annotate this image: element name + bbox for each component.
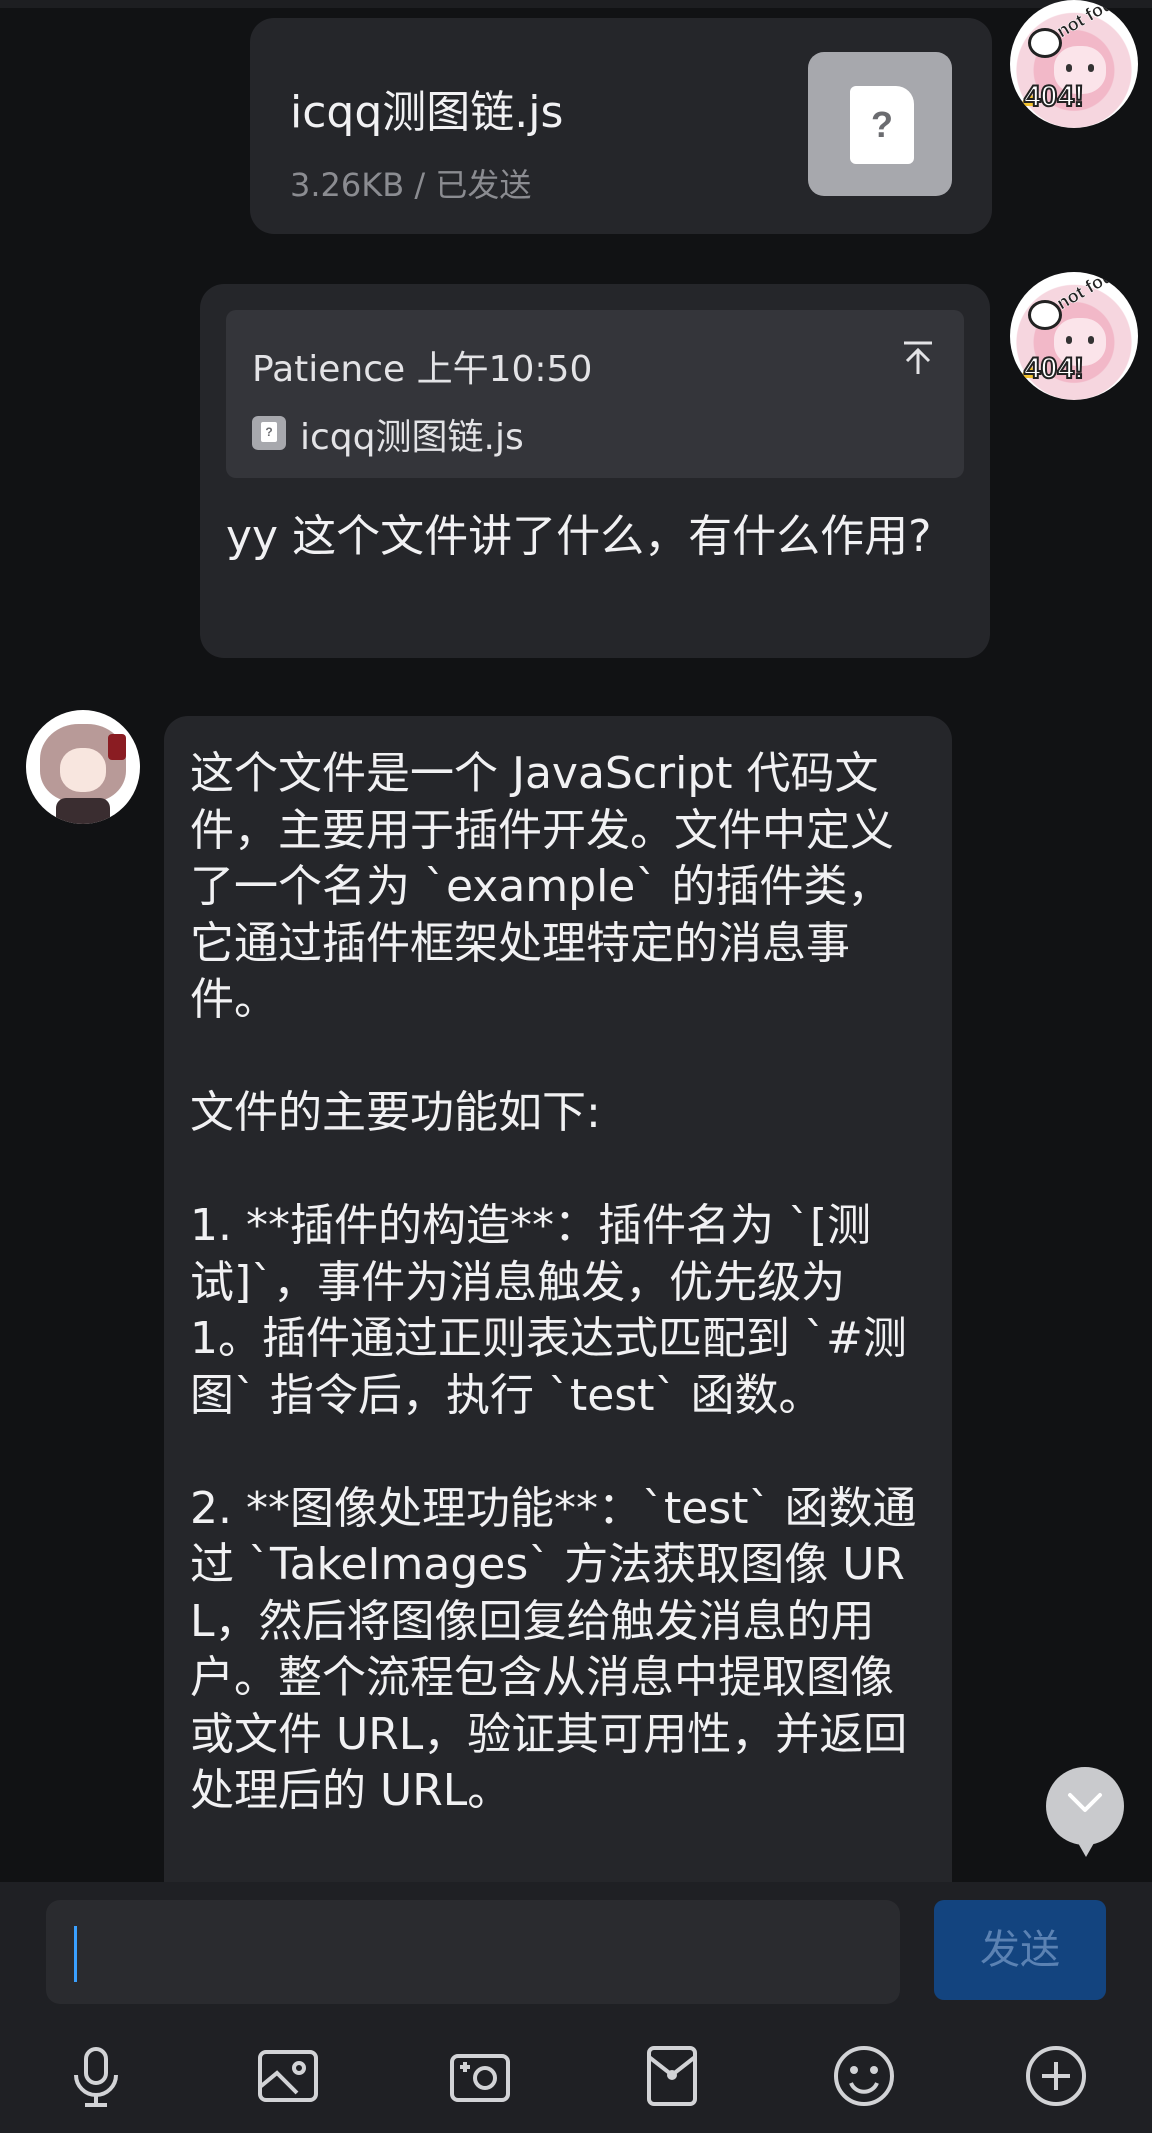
file-glyph: ? [261,422,277,442]
unknown-file-icon: ? [850,86,914,164]
avatar-badge-top: not found [1053,0,1136,42]
message-text: 这个文件是一个 JavaScript 代码文件，主要用于插件开发。文件中定义了一… [190,748,917,1816]
avatar-ear [1028,28,1062,58]
send-button[interactable]: 发送 [934,1900,1106,2000]
emoji-icon[interactable] [830,2042,898,2110]
quote-file-name: icqq测图链.js [300,417,524,458]
self-avatar[interactable]: not found 404! [1010,272,1138,400]
input-toolbar [0,2032,1152,2132]
text-caret [74,1926,77,1982]
microphone-icon[interactable] [62,2042,130,2110]
top-edge [0,0,1152,8]
file-name: icqq测图链.js [290,87,564,138]
file-message[interactable]: icqq测图链.js 3.26KB / 已发送 ? [250,18,992,234]
avatar-badge-bottom: 404! [1023,79,1085,114]
avatar-eye [1088,64,1094,72]
avatar-badge-top: not found [1053,272,1136,314]
image-icon[interactable] [254,2042,322,2110]
chat-area[interactable]: not found 404! icqq测图链.js 3.26KB / 已发送 ?… [0,0,1152,1882]
quote-file: ? icqq测图链.js [252,408,524,460]
reply-message[interactable]: Patience 上午10:50 ? icqq测图链.js yy 这个文件讲了什… [200,284,990,658]
bot-message[interactable]: 这个文件是一个 JavaScript 代码文件，主要用于插件开发。文件中定义了一… [164,716,952,1882]
bot-avatar[interactable] [26,710,140,824]
file-thumbnail[interactable]: ? [808,52,952,196]
camera-icon[interactable] [446,2042,514,2110]
file-glyph: ? [871,104,893,145]
scroll-to-bottom-button[interactable] [1046,1767,1124,1857]
file-icon: ? [252,416,286,450]
chevron-down-icon [1068,1793,1102,1812]
self-avatar[interactable]: not found 404! [1010,0,1138,128]
red-packet-icon[interactable] [638,2042,706,2110]
file-meta: 3.26KB / 已发送 [290,166,532,204]
avatar-bow [108,734,126,760]
plus-icon[interactable] [1022,2042,1090,2110]
avatar-ear [1028,300,1062,330]
message-input[interactable] [46,1900,900,2004]
message-text: yy 这个文件讲了什么，有什么作用? [226,511,932,562]
avatar-eye [1066,336,1072,344]
avatar-eye [1088,336,1094,344]
quoted-message[interactable]: Patience 上午10:50 ? icqq测图链.js [226,310,964,478]
avatar-eye [1066,64,1072,72]
quote-author-time: Patience 上午10:50 [252,349,593,390]
avatar-body [56,798,110,824]
avatar-badge-bottom: 404! [1023,351,1085,386]
jump-to-quote-icon[interactable] [898,338,938,378]
avatar-face [60,748,106,792]
composer: 发送 [0,1882,1152,2133]
